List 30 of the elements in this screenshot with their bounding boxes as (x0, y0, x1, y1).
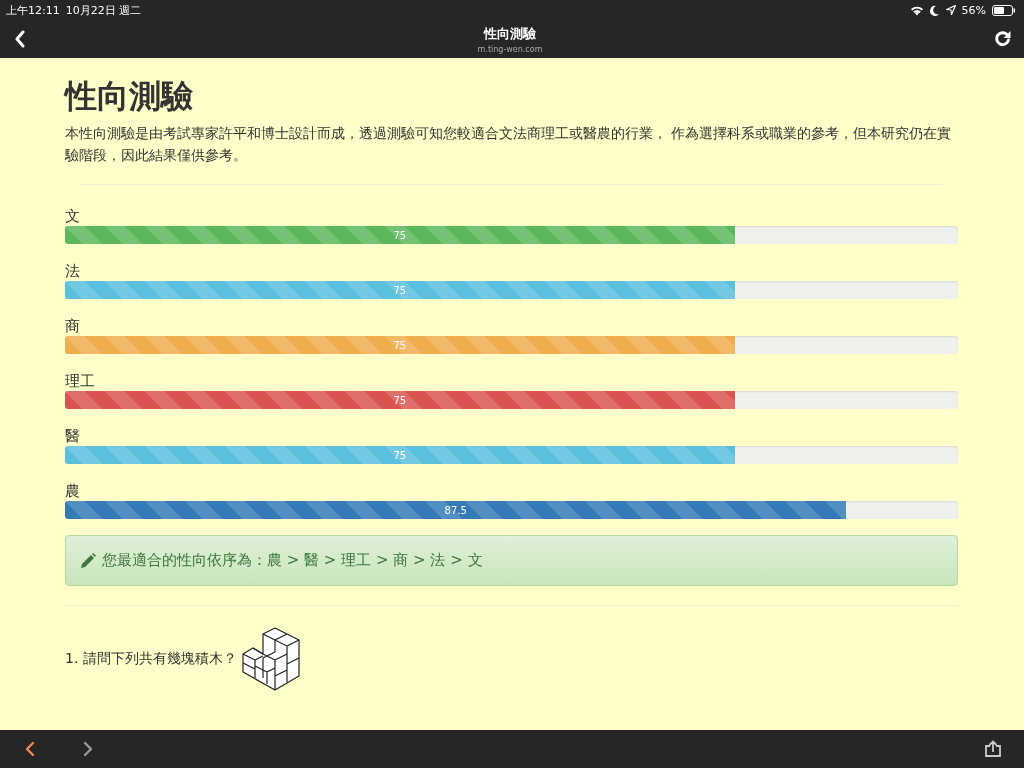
category-label: 法 (65, 261, 81, 281)
reload-icon[interactable] (994, 30, 1012, 48)
wifi-icon (909, 4, 924, 16)
category-label: 理工 (65, 371, 96, 391)
question-text: 1. 請問下列共有幾塊積木？ (65, 650, 237, 668)
page-url: m.ting-wen.com (477, 44, 543, 54)
stacked-cubes-drawing (240, 626, 301, 692)
battery-percentage: 56% (961, 3, 986, 17)
status-time: 上午12:11 (6, 2, 60, 18)
pencil-icon (80, 552, 96, 569)
battery-icon (992, 4, 1016, 16)
progress-value: 75 (393, 229, 407, 241)
category-label: 醫 (65, 426, 81, 446)
moon-icon (929, 4, 940, 16)
page-title: 性向測驗 (484, 24, 536, 43)
heading: 性向測驗 (65, 76, 194, 116)
category-label: 商 (65, 316, 81, 336)
progress-value: 75 (393, 284, 407, 296)
progress-value: 75 (393, 339, 407, 351)
result-summary: 您最適合的性向依序為：農 > 醫 > 理工 > 商 > 法 > 文 (102, 551, 483, 570)
back-icon[interactable] (14, 30, 26, 48)
category-label: 文 (65, 206, 81, 226)
category-label: 農 (65, 481, 81, 501)
progress-value: 75 (393, 449, 407, 461)
progress-value: 87.5 (444, 504, 467, 516)
location-arrow-icon (945, 5, 956, 15)
description-paragraph: 本性向測驗是由考試專家許平和博士設計而成，透過測驗可知您較適合文法商理工或醫農的行業， 作為選擇科系或職業的參考，但本研究仍在實驗階段，因此結果僅供參考。 (65, 124, 953, 165)
share-icon[interactable] (984, 740, 1002, 758)
progress-value: 75 (393, 394, 407, 406)
status-date: 10月22日 週二 (65, 2, 142, 18)
